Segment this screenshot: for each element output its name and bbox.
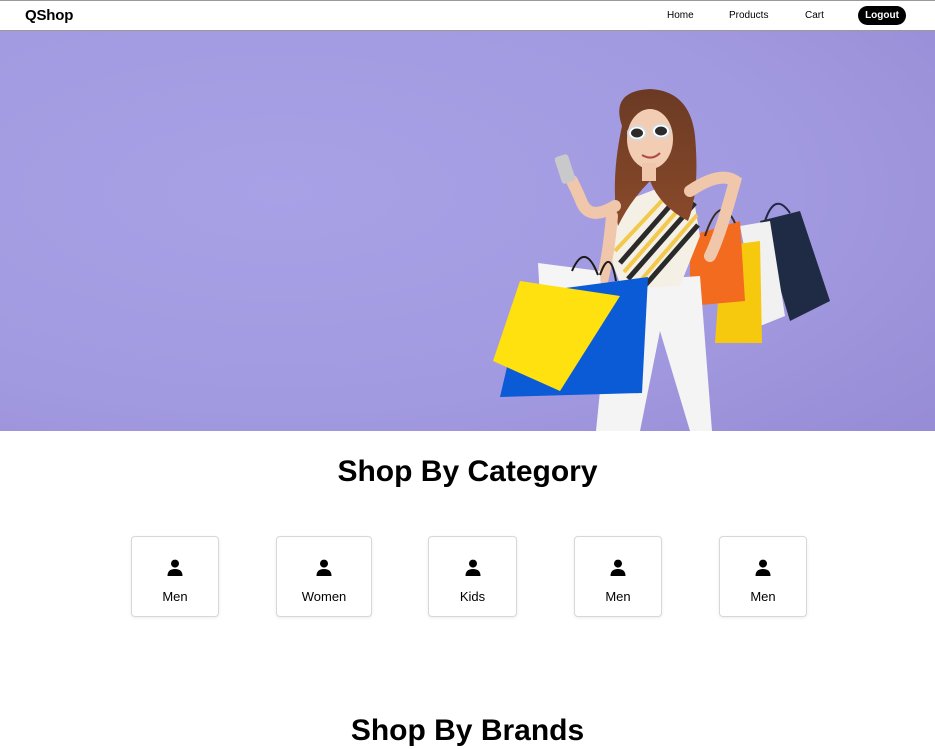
logout-button[interactable]: Logout: [858, 6, 906, 25]
category-label: Men: [162, 589, 188, 604]
user-icon: [610, 559, 626, 576]
nav-link-products[interactable]: Products: [729, 10, 768, 21]
category-label: Women: [301, 589, 347, 604]
category-card-men-3[interactable]: Men: [719, 536, 807, 617]
nav-link-home[interactable]: Home: [667, 10, 694, 21]
category-label: Men: [605, 589, 631, 604]
user-icon: [167, 559, 183, 576]
category-label: Men: [750, 589, 776, 604]
category-card-men-2[interactable]: Men: [574, 536, 662, 617]
top-navbar: QShop Home Products Cart Logout: [0, 0, 935, 31]
shop-by-brands-title: Shop By Brands: [350, 714, 585, 747]
category-label: Kids: [459, 589, 486, 604]
user-icon: [316, 559, 332, 576]
user-icon: [465, 559, 480, 576]
nav-link-cart[interactable]: Cart: [805, 10, 824, 21]
category-card-kids[interactable]: Kids: [428, 536, 517, 617]
hero-shopping-woman-image: [0, 31, 935, 431]
brand-logo[interactable]: QShop: [25, 7, 73, 24]
category-card-men[interactable]: Men: [131, 536, 219, 617]
hero-banner: [0, 31, 935, 431]
category-card-women[interactable]: Women: [276, 536, 372, 617]
user-icon: [755, 559, 771, 576]
shop-by-category-title: Shop By Category: [337, 455, 598, 488]
